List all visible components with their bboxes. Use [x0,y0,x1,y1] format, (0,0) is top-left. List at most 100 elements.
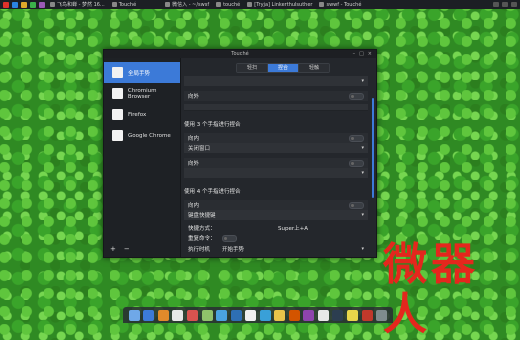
action-select[interactable]: 关闭窗口 ▾ [184,143,368,153]
gesture-direction-label: 向内 [188,136,200,142]
dock-app-icon[interactable] [186,309,198,321]
taskbar-item[interactable]: [Tryja] Linkerthulsuther [245,2,314,8]
chevron-down-icon: ▾ [361,170,364,176]
gesture-row-out-3: 向外 [184,158,368,168]
dock-app-icon[interactable] [201,309,213,321]
dock-app-icon[interactable] [128,309,140,321]
dock-app-icon[interactable] [245,309,257,321]
window-controls: – □ × [353,51,372,57]
tab-pinch[interactable]: 捏合 [268,64,299,72]
sidebar-item-label: Firefox [128,111,147,118]
gesture-row-in-3: 向内 [184,133,368,143]
taskbar-item[interactable]: 飞鸟和蝉 - 梦然 16... [48,1,107,8]
app-menu-icon[interactable] [3,1,9,8]
taskbar-item[interactable]: touché [214,2,242,8]
select-value: 键盘快捷键 [188,213,216,219]
browser-icon[interactable] [12,1,18,8]
dock-app-icon[interactable] [274,309,286,321]
chevron-down-icon: ▾ [361,212,364,218]
dock-app-icon[interactable] [230,309,242,321]
sidebar-item-label: 全局手势 [128,70,151,77]
dock-app-icon[interactable] [288,309,300,321]
taskbar-item-label: 飞鸟和蝉 - 梦然 16... [57,2,105,8]
dock-app-icon[interactable] [317,309,329,321]
taskbar-item[interactable]: Touché [110,2,138,8]
collapsed-row [184,104,368,110]
repeat-toggle[interactable] [222,234,237,242]
gesture-toggle[interactable] [349,159,364,167]
dock-app-icon[interactable] [157,309,169,321]
watermark-text: 微器人 [383,239,479,340]
select-value: 关闭窗口 [188,146,211,152]
add-app-button[interactable]: + [110,245,116,253]
dock-app-icon[interactable] [216,309,228,321]
gesture-toggle[interactable] [349,92,364,100]
dock-app-icon[interactable] [361,309,373,321]
window-icon [111,2,117,7]
taskbar-item-label: touché [223,1,241,8]
gesture-direction-label: 向内 [188,203,200,209]
action-select[interactable]: 键盘快捷键 ▾ [184,210,368,220]
window-icon [165,2,171,7]
scrollbar[interactable] [372,98,374,198]
shortcut-label: 快捷方式： [188,226,216,232]
taskbar-item[interactable]: 微信入 - ~/swsf [163,1,211,8]
volume-icon[interactable] [502,2,508,7]
battery-icon[interactable] [511,2,517,7]
chat-icon[interactable] [39,1,45,8]
minimize-button[interactable]: – [353,51,356,57]
timing-label: 执行时机 [188,247,211,253]
sidebar-footer: + − [110,245,130,253]
touche-window: Touché – □ × 全局手势 Chromium Browser Firef… [103,49,377,258]
sidebar-item-chromium[interactable]: Chromium Browser [104,83,180,104]
repeat-label: 重复命令： [188,236,216,242]
gesture-row-out-2: 向外 [184,91,368,101]
dock-app-icon[interactable] [172,309,184,321]
network-icon[interactable] [493,2,499,7]
sidebar-item-chrome[interactable]: Google Chrome [104,125,180,146]
dock-app-icon[interactable] [376,309,388,321]
gesture-direction-label: 向外 [188,94,200,100]
timing-select[interactable]: 开始手势 [222,245,361,253]
dock-app-icon[interactable] [143,309,155,321]
section-title-4-finger: 使用 4 个手指进行捏合 [184,189,241,195]
app-icon [112,109,123,120]
window-icon [247,2,253,7]
maximize-button[interactable]: □ [359,51,364,57]
action-select[interactable]: ▾ [184,168,368,178]
gesture-row-in-4: 向内 [184,200,368,210]
sidebar-item-firefox[interactable]: Firefox [104,104,180,125]
shortcut-field[interactable]: Super上+A [278,224,364,232]
gesture-settings-panel: 轻扫 捏合 轻触 ▾ 向外 使用 3 个手指进行捏合 向内 关闭窗口 ▾ 向外 [181,58,376,257]
window-titlebar[interactable]: Touché – □ × [104,50,376,58]
dock-app-icon[interactable] [259,309,271,321]
section-title-3-finger: 使用 3 个手指进行捏合 [184,122,241,128]
repeat-row: 重复命令： [184,233,368,243]
gesture-toggle[interactable] [349,201,364,209]
dock-app-icon[interactable] [303,309,315,321]
window-icon [319,2,325,7]
remove-app-button[interactable]: − [124,245,130,253]
app-sidebar: 全局手势 Chromium Browser Firefox Google Chr… [104,58,181,257]
tab-swipe[interactable]: 轻扫 [237,64,268,72]
close-button[interactable]: × [368,51,372,57]
gesture-toggle[interactable] [349,134,364,142]
window-icon [50,2,55,7]
sidebar-item-global-gestures[interactable]: 全局手势 [104,62,180,83]
timing-row: 执行时机 开始手势 ▾ [184,244,368,254]
app-icon [112,88,123,99]
chevron-down-icon: ▾ [361,145,364,151]
shortcut-row: 快捷方式： Super上+A [184,223,368,233]
dock-app-icon[interactable] [332,309,344,321]
taskbar-item-label: 微信入 - ~/swsf [172,2,210,8]
sidebar-item-label: Google Chrome [128,132,171,139]
files-icon[interactable] [21,1,27,8]
dock [123,307,393,323]
tab-tap[interactable]: 轻触 [299,64,329,72]
taskbar-item[interactable]: swwf - Touché [317,2,363,8]
app-icon [112,130,123,141]
terminal-icon[interactable] [30,1,36,8]
dock-app-icon[interactable] [346,309,358,321]
action-select[interactable]: ▾ [184,76,368,86]
app-icon [112,67,123,78]
